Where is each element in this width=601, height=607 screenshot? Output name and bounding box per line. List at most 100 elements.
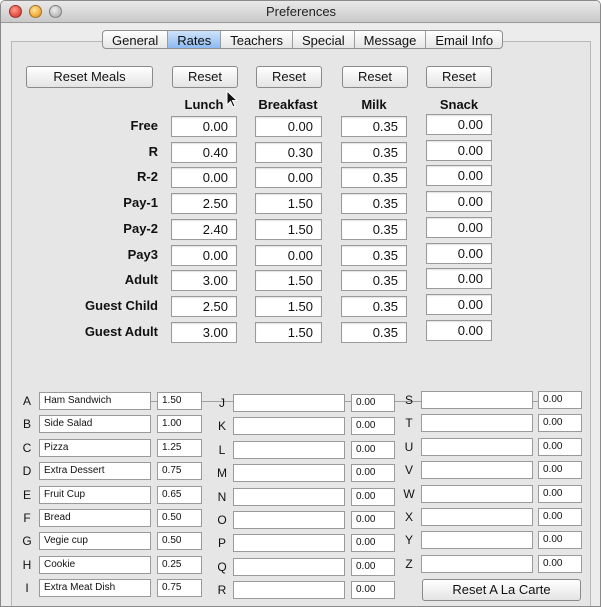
item-price-field[interactable]: 0.00	[351, 488, 395, 506]
item-name-field[interactable]: Vegie cup	[39, 532, 151, 550]
snack-rate-field[interactable]: 0.00	[426, 191, 492, 212]
milk-rate-field[interactable]: 0.35	[341, 193, 407, 214]
milk-rate-field[interactable]: 0.35	[341, 245, 407, 266]
item-name-field[interactable]: Extra Meat Dish	[39, 579, 151, 597]
item-price-field[interactable]: 0.00	[538, 485, 582, 503]
item-price-field[interactable]: 0.00	[351, 417, 395, 435]
item-name-field[interactable]	[421, 555, 533, 573]
lunch-rate-field[interactable]: 0.00	[171, 167, 237, 188]
reset-milk-button[interactable]: Reset	[342, 66, 408, 88]
item-name-field[interactable]	[421, 485, 533, 503]
lunch-rate-field[interactable]: 2.50	[171, 296, 237, 317]
item-price-field[interactable]: 0.65	[157, 486, 202, 504]
lunch-rate-field[interactable]: 3.00	[171, 322, 237, 343]
item-name-field[interactable]	[233, 534, 345, 552]
item-price-field[interactable]: 0.00	[538, 531, 582, 549]
breakfast-rate-field[interactable]: 1.50	[255, 219, 322, 240]
breakfast-rate-field[interactable]: 1.50	[255, 322, 322, 343]
breakfast-rate-field[interactable]: 1.50	[255, 270, 322, 291]
tab-email-info[interactable]: Email Info	[426, 31, 502, 48]
item-price-field[interactable]: 0.00	[351, 558, 395, 576]
item-price-field[interactable]: 0.00	[538, 438, 582, 456]
item-name-field[interactable]	[233, 417, 345, 435]
snack-rate-field[interactable]: 0.00	[426, 243, 492, 264]
item-name-field[interactable]: Ham Sandwich	[39, 392, 151, 410]
breakfast-rate-field[interactable]: 0.30	[255, 142, 322, 163]
tab-rates[interactable]: Rates	[168, 31, 222, 48]
item-price-field[interactable]: 0.50	[157, 509, 202, 527]
milk-rate-field[interactable]: 0.35	[341, 116, 407, 137]
breakfast-rate-field[interactable]: 1.50	[255, 193, 322, 214]
lunch-rate-field[interactable]: 0.00	[171, 116, 237, 137]
reset-lunch-button[interactable]: Reset	[172, 66, 238, 88]
milk-rate-field[interactable]: 0.35	[341, 167, 407, 188]
tab-special[interactable]: Special	[293, 31, 355, 48]
reset-a-la-carte-button[interactable]: Reset A La Carte	[422, 579, 581, 601]
item-price-field[interactable]: 0.00	[351, 581, 395, 599]
item-name-field[interactable]	[421, 391, 533, 409]
item-name-field[interactable]: Fruit Cup	[39, 486, 151, 504]
item-name-field[interactable]	[421, 531, 533, 549]
tab-message[interactable]: Message	[355, 31, 427, 48]
item-name-field[interactable]	[233, 464, 345, 482]
breakfast-rate-field[interactable]: 1.50	[255, 296, 322, 317]
snack-rate-field[interactable]: 0.00	[426, 320, 492, 341]
breakfast-rate-field[interactable]: 0.00	[255, 167, 322, 188]
item-price-field[interactable]: 0.00	[538, 414, 582, 432]
item-name-field[interactable]	[233, 581, 345, 599]
item-name-field[interactable]: Bread	[39, 509, 151, 527]
item-price-field[interactable]: 0.75	[157, 579, 202, 597]
breakfast-rate-field[interactable]: 0.00	[255, 116, 322, 137]
lunch-rate-field[interactable]: 0.00	[171, 245, 237, 266]
reset-snack-button[interactable]: Reset	[426, 66, 492, 88]
tab-teachers[interactable]: Teachers	[221, 31, 293, 48]
item-name-field[interactable]	[421, 414, 533, 432]
item-price-field[interactable]: 0.00	[351, 464, 395, 482]
title-bar[interactable]: Preferences	[1, 1, 600, 23]
snack-rate-field[interactable]: 0.00	[426, 268, 492, 289]
snack-rate-field[interactable]: 0.00	[426, 114, 492, 135]
item-name-field[interactable]	[421, 461, 533, 479]
item-price-field[interactable]: 0.75	[157, 462, 202, 480]
lunch-rate-field[interactable]: 0.40	[171, 142, 237, 163]
item-price-field[interactable]: 0.25	[157, 556, 202, 574]
item-name-field[interactable]	[233, 558, 345, 576]
snack-rate-field[interactable]: 0.00	[426, 165, 492, 186]
snack-rate-field[interactable]: 0.00	[426, 140, 492, 161]
reset-meals-button[interactable]: Reset Meals	[26, 66, 153, 88]
item-price-field[interactable]: 0.00	[538, 391, 582, 409]
item-price-field[interactable]: 0.00	[351, 511, 395, 529]
snack-rate-field[interactable]: 0.00	[426, 217, 492, 238]
lunch-rate-field[interactable]: 2.50	[171, 193, 237, 214]
item-name-field[interactable]: Pizza	[39, 439, 151, 457]
item-name-field[interactable]: Cookie	[39, 556, 151, 574]
item-price-field[interactable]: 1.00	[157, 415, 202, 433]
snack-rate-field[interactable]: 0.00	[426, 294, 492, 315]
item-name-field[interactable]	[421, 508, 533, 526]
item-price-field[interactable]: 1.25	[157, 439, 202, 457]
milk-rate-field[interactable]: 0.35	[341, 142, 407, 163]
milk-rate-field[interactable]: 0.35	[341, 296, 407, 317]
item-name-field[interactable]	[233, 441, 345, 459]
tab-general[interactable]: General	[103, 31, 169, 48]
lunch-rate-field[interactable]: 2.40	[171, 219, 237, 240]
milk-rate-field[interactable]: 0.35	[341, 270, 407, 291]
item-price-field[interactable]: 0.00	[351, 394, 395, 412]
breakfast-rate-field[interactable]: 0.00	[255, 245, 322, 266]
item-price-field[interactable]: 0.00	[538, 508, 582, 526]
item-name-field[interactable]: Side Salad	[39, 415, 151, 433]
item-price-field[interactable]: 0.00	[351, 441, 395, 459]
milk-rate-field[interactable]: 0.35	[341, 322, 407, 343]
reset-breakfast-button[interactable]: Reset	[256, 66, 322, 88]
milk-rate-field[interactable]: 0.35	[341, 219, 407, 240]
item-name-field[interactable]	[233, 394, 345, 412]
item-name-field[interactable]	[421, 438, 533, 456]
item-price-field[interactable]: 1.50	[157, 392, 202, 410]
item-name-field[interactable]	[233, 488, 345, 506]
lunch-rate-field[interactable]: 3.00	[171, 270, 237, 291]
item-price-field[interactable]: 0.00	[351, 534, 395, 552]
item-price-field[interactable]: 0.00	[538, 555, 582, 573]
item-price-field[interactable]: 0.00	[538, 461, 582, 479]
item-price-field[interactable]: 0.50	[157, 532, 202, 550]
item-name-field[interactable]	[233, 511, 345, 529]
